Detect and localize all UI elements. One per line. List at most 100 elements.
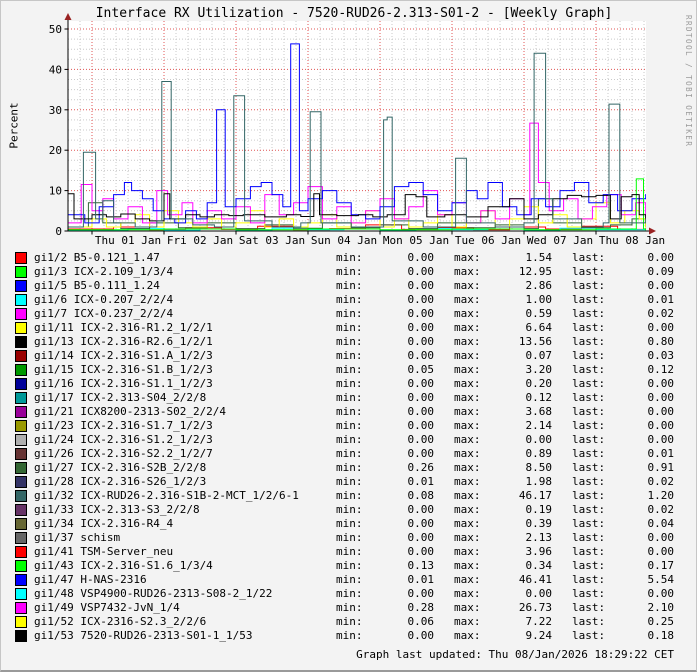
legend-max-label: max:: [454, 293, 481, 306]
legend-max-value: 0.34: [525, 559, 553, 572]
legend-max-label: max:: [454, 279, 481, 292]
legend-last-value: 0.00: [647, 391, 675, 404]
legend-min-label: min:: [336, 601, 363, 614]
legend-min-value: 0.00: [407, 307, 435, 320]
legend-last-value: 0.00: [647, 587, 675, 600]
legend-row: gi1/28 ICX-2.316-S26_1/2/3 min: 0.01 max: 1.…: [1, 475, 696, 489]
legend-color-swatch: [15, 336, 27, 348]
legend-color-swatch: [15, 476, 27, 488]
legend-color-swatch: [15, 364, 27, 376]
legend-color-swatch: [15, 448, 27, 460]
legend-interface-label: gi1/6 ICX-0.207_2/2/4: [34, 293, 174, 306]
legend-color-swatch: [15, 266, 27, 278]
legend-max-label: max:: [454, 573, 481, 586]
legend-color-swatch: [15, 574, 27, 586]
legend-last-label: last:: [572, 251, 606, 264]
legend-row: gi1/33 ICX-2.313-S3_2/2/8 min: 0.00 max: 0.1…: [1, 503, 696, 517]
y-tick-label: 20: [49, 144, 62, 157]
legend-last-value: 0.01: [647, 293, 675, 306]
legend-max-value: 0.19: [525, 503, 553, 516]
legend-min-value: 0.00: [407, 531, 435, 544]
x-tick-label: Thu 01 Jan: [95, 234, 161, 247]
legend-interface-label: gi1/33 ICX-2.313-S3_2/2/8: [34, 503, 200, 516]
legend-last-value: 0.00: [647, 251, 675, 264]
legend-max-label: max:: [454, 517, 481, 530]
legend-last-label: last:: [572, 615, 606, 628]
legend-color-swatch: [15, 350, 27, 362]
legend-min-label: min:: [336, 573, 363, 586]
legend-last-value: 0.00: [647, 531, 675, 544]
legend-interface-label: gi1/16 ICX-2.316-S1.1_1/2/3: [34, 377, 213, 390]
legend-last-value: 0.00: [647, 279, 675, 292]
legend-min-value: 0.00: [407, 433, 435, 446]
legend-max-value: 46.41: [518, 573, 552, 586]
legend-max-value: 0.39: [525, 517, 553, 530]
legend-interface-label: gi1/14 ICX-2.316-S1.A_1/2/3: [34, 349, 213, 362]
legend-last-label: last:: [572, 559, 606, 572]
legend-min-label: min:: [336, 293, 363, 306]
legend-last-label: last:: [572, 321, 606, 334]
legend-last-value: 0.02: [647, 307, 675, 320]
legend-interface-label: gi1/5 B5-0.111_1.24: [34, 279, 160, 292]
legend-interface-label: gi1/28 ICX-2.316-S26_1/2/3: [34, 475, 207, 488]
legend-min-label: min:: [336, 265, 363, 278]
legend-max-value: 1.54: [525, 251, 553, 264]
legend-color-swatch: [15, 616, 27, 628]
legend-interface-label: gi1/17 ICX-2.313-S04_2/2/8: [34, 391, 207, 404]
legend-min-value: 0.06: [407, 615, 435, 628]
legend-min-label: min:: [336, 461, 363, 474]
legend-interface-label: gi1/26 ICX-2.316-S2.2_1/2/7: [34, 447, 213, 460]
legend-last-value: 0.80: [647, 335, 675, 348]
legend-min-value: 0.05: [407, 363, 435, 376]
legend-color-swatch: [15, 504, 27, 516]
legend-max-value: 2.86: [525, 279, 553, 292]
legend-last-label: last:: [572, 335, 606, 348]
legend-min-label: min:: [336, 615, 363, 628]
legend-min-label: min:: [336, 419, 363, 432]
legend-color-swatch: [15, 280, 27, 292]
legend-max-label: max:: [454, 461, 481, 474]
legend-min-label: min:: [336, 517, 363, 530]
legend-min-value: 0.00: [407, 349, 435, 362]
legend-min-value: 0.00: [407, 335, 435, 348]
x-tick-label: Sat 03 Jan: [239, 234, 305, 247]
x-tick-label: Fri 02 Jan: [167, 234, 233, 247]
legend-max-value: 0.12: [525, 391, 553, 404]
legend-row: gi1/48 VSP4900-RUD26-2313-S08-2_1/22 min:…: [1, 587, 696, 601]
legend-min-label: min:: [336, 489, 363, 502]
legend-row: gi1/32 ICX-RUD26-2.316-S1B-2-MCT_1/2/6-1…: [1, 489, 696, 503]
legend-row: gi1/11 ICX-2.316-R1.2_1/2/1 min: 0.00 max: 6…: [1, 321, 696, 335]
legend-interface-label: gi1/7 ICX-0.237_2/2/4: [34, 307, 174, 320]
legend-min-label: min:: [336, 559, 363, 572]
legend-last-label: last:: [572, 601, 606, 614]
legend-max-label: max:: [454, 545, 481, 558]
legend-max-label: max:: [454, 475, 481, 488]
legend-max-label: max:: [454, 503, 481, 516]
plot-background: [68, 21, 646, 231]
legend-max-label: max:: [454, 531, 481, 544]
legend-min-value: 0.00: [407, 419, 435, 432]
legend-last-value: 0.02: [647, 503, 675, 516]
legend-color-swatch: [15, 602, 27, 614]
y-tick-label: 40: [49, 63, 62, 76]
legend-interface-label: gi1/34 ICX-2.316-R4_4: [34, 517, 174, 530]
legend-last-label: last:: [572, 475, 606, 488]
graph-canvas: 0 10 20 30 40 50 Thu 01 Jan Fri 02 Jan Sat 03 Ja…: [49, 13, 665, 247]
legend-max-value: 0.59: [525, 307, 553, 320]
legend-color-swatch: [15, 630, 27, 642]
legend-max-value: 12.95: [518, 265, 552, 278]
legend-last-value: 0.00: [647, 405, 675, 418]
legend-min-value: 0.28: [407, 601, 435, 614]
legend-last-label: last:: [572, 503, 606, 516]
legend-interface-label: gi1/11 ICX-2.316-R1.2_1/2/1: [34, 321, 213, 334]
legend-min-value: 0.00: [407, 629, 435, 642]
legend-color-swatch: [15, 308, 27, 320]
legend-max-value: 9.24: [525, 629, 553, 642]
legend-last-value: 0.00: [647, 377, 675, 390]
legend-interface-label: gi1/43 ICX-2.316-S1.6_1/3/4: [34, 559, 213, 572]
legend-interface-label: gi1/41 TSM-Server_neu: [34, 545, 174, 558]
legend-last-label: last:: [572, 517, 606, 530]
legend-last-label: last:: [572, 461, 606, 474]
y-axis-arrow: [64, 13, 72, 20]
last-updated-text: Graph last updated: Thu 08/Jan/2026 18:2…: [356, 648, 674, 661]
